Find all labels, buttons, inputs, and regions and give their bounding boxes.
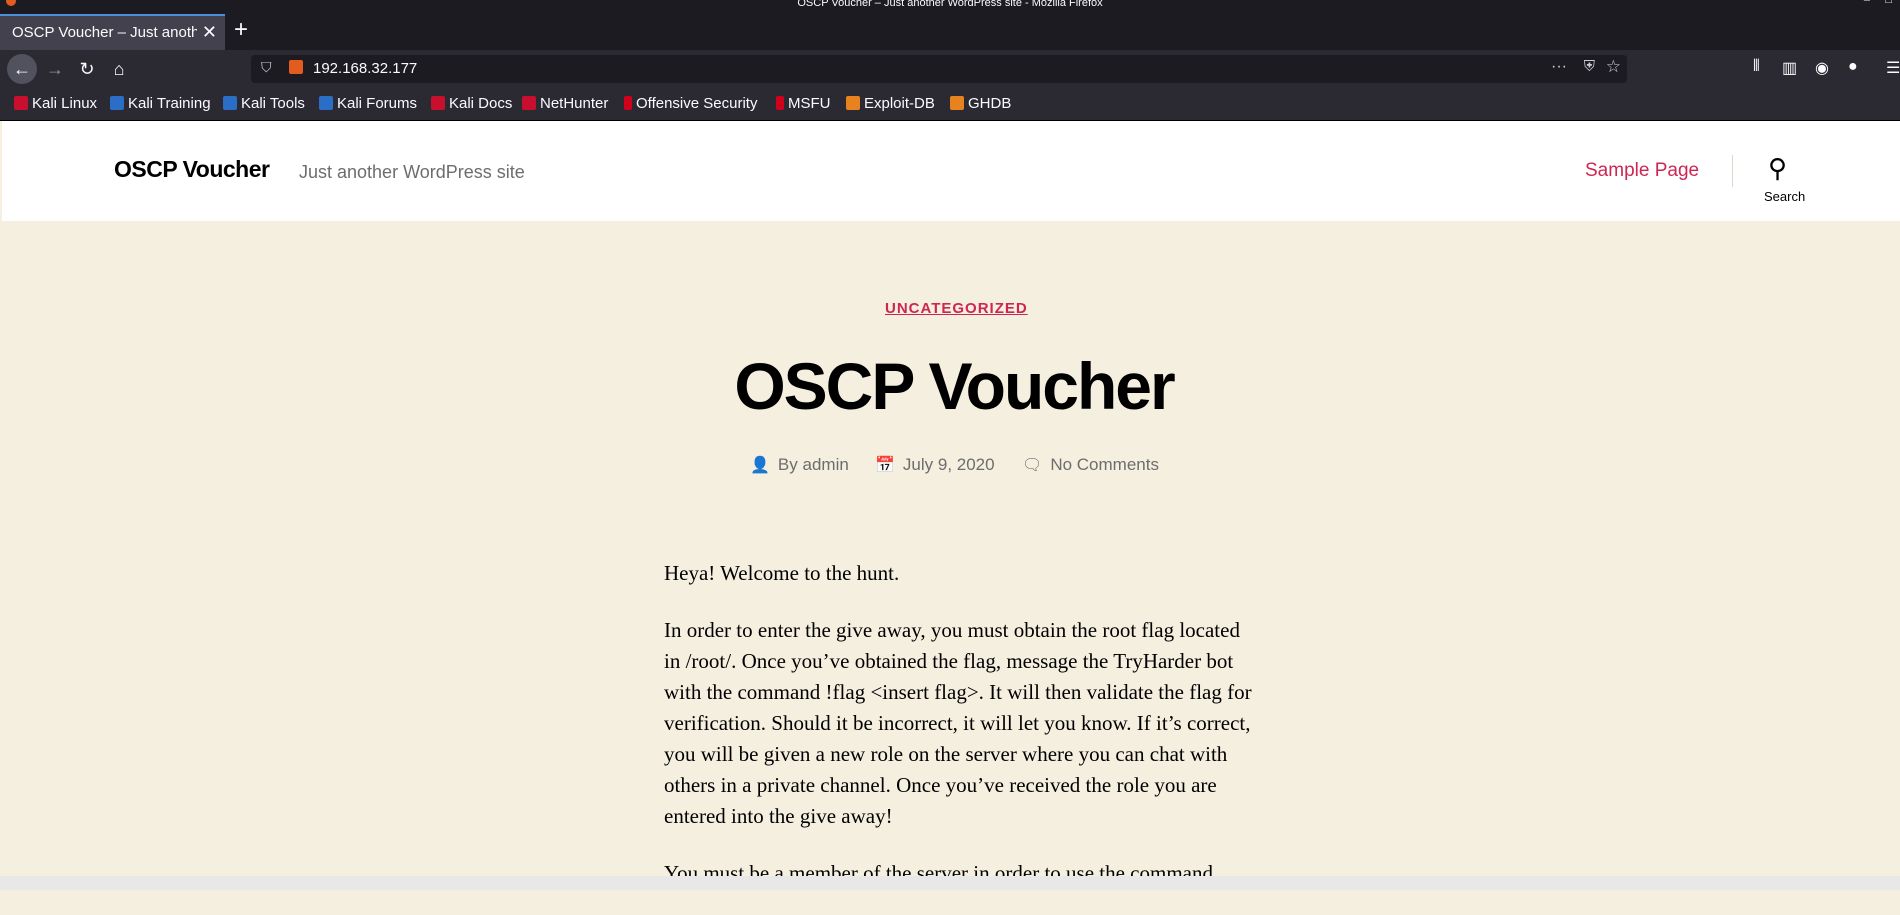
home-button[interactable]: ⌂ [104, 54, 134, 84]
offsec-icon [624, 96, 632, 110]
pocket-icon[interactable]: ⛨ [1584, 58, 1595, 75]
author-prefix: By [777, 455, 798, 474]
url-bar[interactable]: ⛉ 192.168.32.177 ··· ⛨ ☆ [251, 55, 1627, 83]
post-category-link[interactable]: UNCATEGORIZED [885, 300, 1028, 317]
bookmark-item[interactable]: NetHunter [522, 95, 608, 112]
author-link[interactable]: admin [803, 455, 849, 474]
firefox-logo-icon [6, 0, 16, 6]
kali-training-icon [110, 96, 124, 110]
comment-icon: 🗨 [1022, 457, 1043, 474]
maximize-icon[interactable]: □ [1885, 0, 1892, 6]
post-content: Heya! Welcome to the hunt. In order to e… [664, 558, 1254, 915]
post-title: OSCP Voucher [734, 349, 1175, 423]
site-tagline: Just another WordPress site [299, 162, 525, 182]
site-header: OSCP Voucher Just another WordPress site… [2, 121, 1900, 221]
close-tab-icon[interactable]: ✕ [202, 22, 217, 43]
bookmark-star-icon[interactable]: ☆ [1606, 57, 1621, 77]
tab-active[interactable]: OSCP Voucher – Just another WordPress si… [0, 14, 225, 50]
reload-button[interactable]: ↻ [72, 54, 102, 84]
post-comments: 🗨 No Comments [1022, 455, 1159, 475]
tab-title: OSCP Voucher – Just another WordPress si… [12, 24, 197, 41]
person-icon: 👤 [750, 457, 770, 474]
tab-strip: OSCP Voucher – Just another WordPress si… [0, 10, 1900, 50]
bookmark-item[interactable]: Kali Linux [14, 95, 97, 112]
new-tab-button[interactable]: + [234, 18, 248, 42]
account-icon[interactable]: ◉ [1815, 58, 1829, 78]
bookmark-item[interactable]: Kali Forums [319, 95, 417, 112]
insecure-connection-icon[interactable] [289, 60, 303, 74]
window-title: OSCP Voucher – Just another WordPress si… [797, 0, 1103, 9]
post-date-link[interactable]: July 9, 2020 [903, 455, 995, 474]
msfu-icon [776, 96, 784, 110]
minimize-icon[interactable]: – [1864, 0, 1870, 6]
bookmark-item[interactable]: MSFU [776, 95, 831, 112]
kali-docs-icon [431, 96, 445, 110]
search-icon[interactable]: ⚲ [1768, 153, 1787, 184]
header-divider [1732, 155, 1733, 187]
extension-icon[interactable]: ● [1848, 58, 1858, 76]
url-text[interactable]: 192.168.32.177 [313, 60, 417, 77]
back-button[interactable]: ← [7, 54, 37, 84]
window-titlebar: OSCP Voucher – Just another WordPress si… [0, 0, 1900, 10]
bookmark-item[interactable]: GHDB [950, 95, 1011, 112]
calendar-icon: 📅 [875, 457, 895, 474]
exploit-db-icon [846, 96, 860, 110]
navigation-toolbar: ← → ↻ ⌂ ⛉ 192.168.32.177 ··· ⛨ ☆ ⫴ ▥ ◉ ●… [0, 50, 1900, 88]
post-author: 👤 By admin [750, 455, 849, 475]
site-title[interactable]: OSCP Voucher [114, 156, 270, 183]
bookmark-item[interactable]: Kali Docs [431, 95, 512, 112]
post-paragraph: In order to enter the give away, you mus… [664, 618, 1252, 828]
bookmark-item[interactable]: Kali Tools [223, 95, 305, 112]
bookmark-item[interactable]: Exploit-DB [846, 95, 935, 112]
forward-button[interactable]: → [40, 54, 70, 84]
search-label[interactable]: Search [1764, 189, 1805, 204]
post-date: 📅 July 9, 2020 [875, 455, 995, 475]
sidebar-icon[interactable]: ▥ [1782, 58, 1797, 78]
nav-sample-page[interactable]: Sample Page [1585, 160, 1699, 182]
menu-hamburger-icon[interactable]: ☰ [1886, 58, 1900, 78]
page-actions-more-icon[interactable]: ··· [1551, 58, 1567, 76]
bookmark-item[interactable]: Offensive Security [624, 95, 757, 112]
ghdb-icon [950, 96, 964, 110]
kali-dragon-icon [14, 96, 28, 110]
bookmarks-toolbar: Kali Linux Kali Training Kali Tools Kali… [0, 88, 1900, 121]
nethunter-icon [522, 96, 536, 110]
tracking-protection-shield-icon[interactable]: ⛉ [261, 59, 272, 76]
bookmark-item[interactable]: Kali Training [110, 95, 211, 112]
kali-tools-icon [223, 96, 237, 110]
post-paragraph: Heya! Welcome to the hunt. [664, 561, 900, 585]
kali-forums-icon [319, 96, 333, 110]
library-icon[interactable]: ⫴ [1753, 58, 1760, 76]
desktop-status-bar [0, 876, 1900, 890]
comments-link[interactable]: No Comments [1050, 455, 1159, 474]
